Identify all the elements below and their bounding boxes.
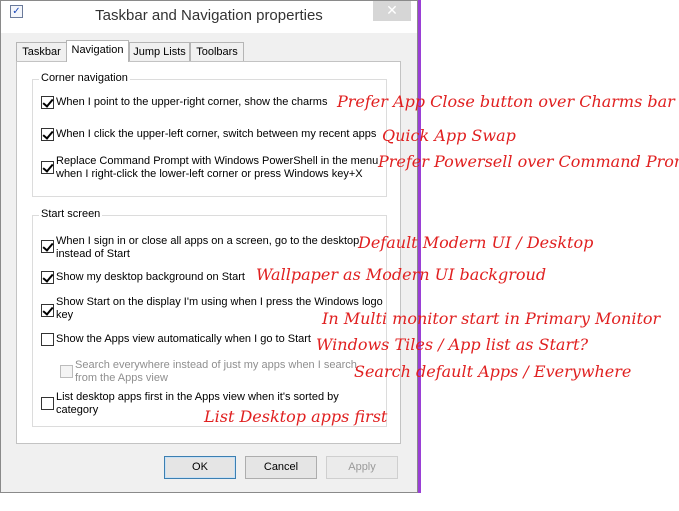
go-to-desktop-line1: When I sign in or close all apps on a sc…	[56, 235, 360, 247]
navigation-panel: Corner navigation When I point to the up…	[16, 61, 401, 444]
annotation-app-swap: Quick App Swap	[382, 126, 516, 145]
annotation-default-desktop: Default Modern UI / Desktop	[358, 233, 594, 252]
annotation-apps-view: Windows Tiles / App list as Start?	[316, 335, 589, 354]
annotation-charms: Prefer App Close button over Charms bar	[337, 92, 675, 111]
powershell-option-line2: when I right-click the lower-left corner…	[56, 168, 363, 180]
start-display-line1: Show Start on the display I'm using when…	[56, 296, 383, 308]
tab-toolbars[interactable]: Toolbars	[190, 42, 244, 61]
apps-view-option-label: Show the Apps view automatically when I …	[56, 333, 311, 345]
ok-button[interactable]: OK	[164, 456, 236, 479]
tab-navigation[interactable]: Navigation	[66, 40, 129, 62]
annotation-multi-monitor: In Multi monitor start in Primary Monito…	[322, 309, 661, 328]
corner-navigation-group: Corner navigation When I point to the up…	[32, 72, 387, 197]
desktop-background-checkbox[interactable]	[41, 271, 54, 284]
checkmark-icon	[42, 161, 54, 173]
annotation-desktop-apps-first: List Desktop apps first	[204, 407, 388, 426]
go-to-desktop-option-label: When I sign in or close all apps on a sc…	[56, 235, 359, 261]
search-everywhere-checkbox[interactable]	[60, 365, 73, 378]
recent-apps-option-label: When I click the upper-left corner, swit…	[56, 128, 377, 140]
go-to-desktop-checkbox[interactable]	[41, 240, 54, 253]
close-icon[interactable]: ✕	[373, 1, 411, 21]
start-screen-heading: Start screen	[39, 208, 103, 220]
desktop-apps-first-line1: List desktop apps first in the Apps view…	[56, 391, 339, 403]
apply-button[interactable]: Apply	[326, 456, 398, 479]
start-display-checkbox[interactable]	[41, 304, 54, 317]
desktop-apps-first-checkbox[interactable]	[41, 397, 54, 410]
checkmark-icon	[42, 304, 54, 316]
search-everywhere-line1: Search everywhere instead of just my app…	[75, 359, 357, 371]
desktop-background-option-label: Show my desktop background on Start	[56, 271, 245, 283]
charms-checkbox[interactable]	[41, 96, 54, 109]
recent-apps-checkbox[interactable]	[41, 128, 54, 141]
tab-jump-lists[interactable]: Jump Lists	[129, 42, 190, 61]
apps-view-checkbox[interactable]	[41, 333, 54, 346]
checkmark-icon	[42, 271, 54, 283]
annotation-powershell: Prefer Powersell over Command Prompt	[378, 152, 679, 171]
checkmark-icon	[42, 128, 54, 140]
tab-taskbar[interactable]: Taskbar	[16, 42, 67, 61]
corner-navigation-heading: Corner navigation	[39, 72, 130, 84]
powershell-option-line1: Replace Command Prompt with Windows Powe…	[56, 155, 379, 167]
search-everywhere-option-label: Search everywhere instead of just my app…	[75, 359, 357, 385]
checkmark-icon	[42, 96, 54, 108]
search-everywhere-line2: from the Apps view	[75, 372, 168, 384]
title-bar: ✓ Taskbar and Navigation properties ✕	[1, 1, 417, 33]
annotation-wallpaper: Wallpaper as Modern UI backgroud	[256, 265, 547, 284]
checkmark-icon	[42, 240, 54, 252]
charms-option-label: When I point to the upper-right corner, …	[56, 96, 328, 108]
window-title: Taskbar and Navigation properties	[95, 7, 323, 24]
cancel-button[interactable]: Cancel	[245, 456, 317, 479]
go-to-desktop-line2: instead of Start	[56, 248, 130, 260]
powershell-checkbox[interactable]	[41, 161, 54, 174]
powershell-option-label: Replace Command Prompt with Windows Powe…	[56, 155, 378, 181]
annotation-search: Search default Apps / Everywhere	[354, 362, 632, 381]
